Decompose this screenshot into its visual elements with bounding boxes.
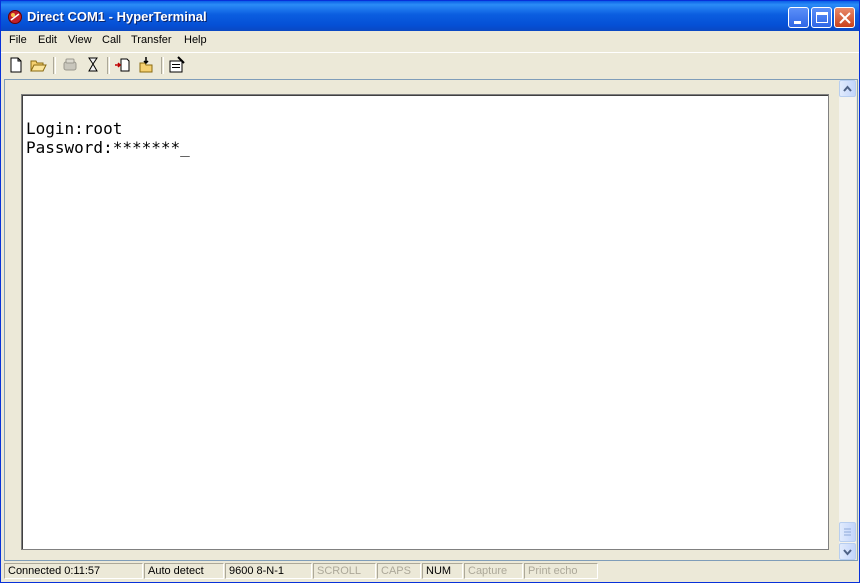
disconnect-icon[interactable] xyxy=(61,56,79,74)
chevron-down-icon xyxy=(843,549,852,556)
terminal-line-login: Login:root xyxy=(26,119,123,138)
menu-view[interactable]: View xyxy=(68,34,92,46)
scroll-thumb[interactable] xyxy=(839,522,856,542)
menu-call[interactable]: Call xyxy=(102,34,121,46)
grip-icon xyxy=(844,528,851,536)
close-icon xyxy=(839,12,851,24)
menu-edit[interactable]: Edit xyxy=(38,34,57,46)
close-button[interactable] xyxy=(834,7,855,28)
menu-bar: File Edit View Call Transfer Help xyxy=(1,31,859,50)
status-caps: CAPS xyxy=(377,563,421,579)
new-icon[interactable] xyxy=(7,56,25,74)
menu-help[interactable]: Help xyxy=(184,34,207,46)
minimize-icon xyxy=(794,21,801,24)
title-bar[interactable]: Direct COM1 - HyperTerminal xyxy=(1,1,859,31)
receive-file-icon[interactable] xyxy=(137,56,155,74)
window-title: Direct COM1 - HyperTerminal xyxy=(27,9,207,24)
open-icon[interactable] xyxy=(29,56,47,74)
terminal-screen[interactable]: Login:root Password:*******_ xyxy=(21,94,829,550)
toolbar-separator xyxy=(107,57,110,74)
terminal-area: Login:root Password:*******_ xyxy=(8,83,838,555)
status-scroll: SCROLL xyxy=(313,563,376,579)
status-num: NUM xyxy=(422,563,463,579)
status-connection: Connected 0:11:57 xyxy=(4,563,143,579)
menu-file[interactable]: File xyxy=(9,34,27,46)
status-capture: Capture xyxy=(464,563,523,579)
scroll-up-button[interactable] xyxy=(839,80,856,97)
maximize-icon xyxy=(816,12,828,23)
send-file-icon[interactable] xyxy=(114,56,132,74)
toolbar xyxy=(1,52,859,78)
properties-icon[interactable] xyxy=(168,56,186,74)
menu-transfer[interactable]: Transfer xyxy=(131,34,172,46)
status-port-settings: 9600 8-N-1 xyxy=(225,563,312,579)
dial-icon[interactable] xyxy=(84,56,102,74)
terminal-frame: Login:root Password:*******_ xyxy=(4,79,858,561)
toolbar-separator xyxy=(161,57,164,74)
hyperterminal-window: Direct COM1 - HyperTerminal File Edit Vi… xyxy=(0,0,860,583)
toolbar-separator xyxy=(53,57,56,74)
scroll-down-button[interactable] xyxy=(839,543,856,560)
vertical-scrollbar[interactable] xyxy=(839,80,856,560)
chevron-up-icon xyxy=(843,85,852,92)
minimize-button[interactable] xyxy=(788,7,809,28)
maximize-button[interactable] xyxy=(811,7,832,28)
hyperterminal-icon[interactable] xyxy=(7,9,23,25)
status-bar: Connected 0:11:57 Auto detect 9600 8-N-1… xyxy=(1,561,859,582)
status-print-echo: Print echo xyxy=(524,563,598,579)
status-emulation: Auto detect xyxy=(144,563,224,579)
terminal-line-password: Password:*******_ xyxy=(26,138,190,157)
